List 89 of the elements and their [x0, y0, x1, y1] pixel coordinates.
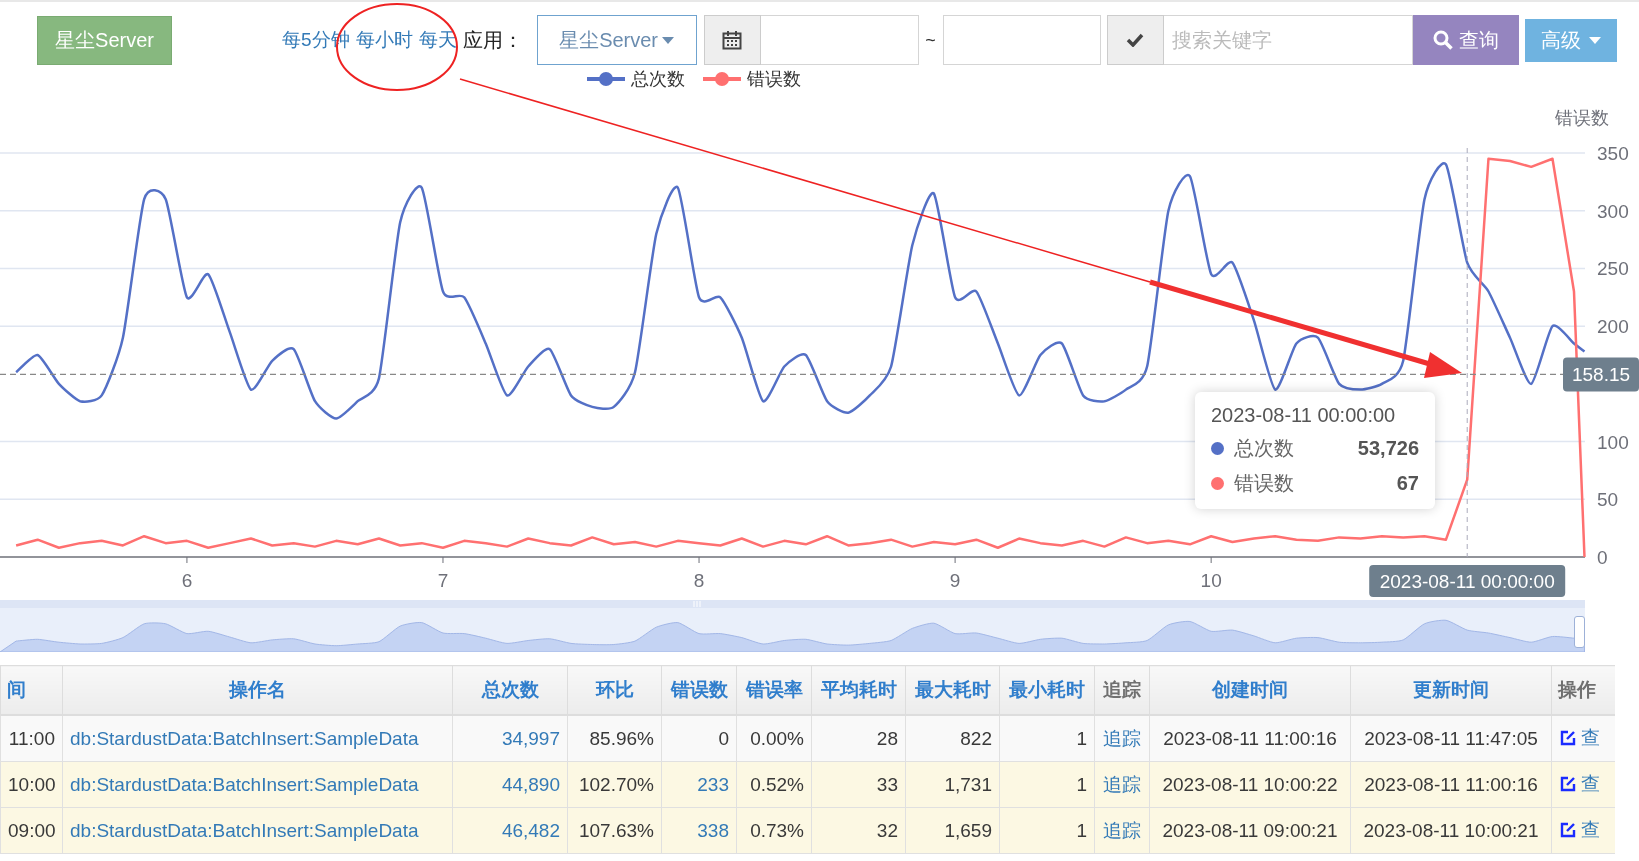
search-icon — [1432, 30, 1453, 50]
table-cell: 107.63% — [567, 807, 662, 854]
calendar-icon — [722, 30, 743, 50]
grip-icon[interactable] — [693, 601, 701, 607]
tooltip-value: 67 — [1396, 472, 1419, 495]
table-cell: 1 — [999, 715, 1095, 762]
axis-label: 9 — [949, 570, 961, 591]
axis-label: 6 — [181, 570, 193, 591]
value-label: 158.15 — [1563, 357, 1639, 392]
table-cell: 33 — [811, 761, 906, 808]
table-cell: 2023-08-11 11:00:16 — [1350, 761, 1552, 808]
app-select[interactable]: 星尘Server — [536, 15, 697, 65]
column-header: 操作 — [1551, 665, 1615, 715]
table-cell: 2023-08-11 09:00:21 — [1149, 807, 1351, 854]
table-cell: 0.73% — [736, 807, 812, 854]
table-cell: 85.96% — [567, 715, 662, 762]
column-header[interactable]: 错误率 — [736, 665, 812, 715]
column-header[interactable]: 最小耗时 — [999, 665, 1095, 715]
table-cell: 822 — [905, 715, 1000, 762]
column-header[interactable]: 操作名 — [62, 665, 453, 715]
axis-label: 10 — [1200, 570, 1222, 591]
column-header[interactable]: 最大耗时 — [905, 665, 1000, 715]
app-label: 应用： — [462, 27, 523, 53]
edit-icon — [1559, 821, 1577, 839]
tooltip-value: 53,726 — [1357, 437, 1419, 460]
table-cell: 2023-08-11 10:00:22 — [1149, 761, 1351, 808]
series-dot — [1211, 477, 1224, 490]
slider-handle[interactable] — [1574, 616, 1585, 648]
column-header[interactable]: 创建时间 — [1149, 665, 1351, 715]
table-cell: 1,731 — [905, 761, 1000, 808]
table-cell: 32 — [811, 807, 906, 854]
column-header[interactable]: 错误数 — [661, 665, 737, 715]
interval-link[interactable]: 每天 — [418, 27, 457, 53]
tooltip-title: 2023-08-11 00:00:00 — [1211, 404, 1397, 427]
table-cell: 10:00 — [0, 761, 63, 808]
legend-marker-icon — [703, 71, 741, 87]
table-cell: 1 — [999, 807, 1095, 854]
table-cell: 2023-08-11 11:00:16 — [1149, 715, 1351, 762]
date-separator: ~ — [924, 29, 937, 51]
series-dot — [1211, 442, 1224, 455]
axis-label: 200 — [1597, 316, 1629, 338]
column-header[interactable]: 总次数 — [452, 665, 568, 715]
start-date-field[interactable] — [760, 15, 919, 65]
legend-marker-icon — [587, 71, 625, 87]
column-header[interactable]: 平均耗时 — [811, 665, 906, 715]
tooltip-label: 总次数 — [1234, 436, 1294, 461]
table-cell: 2023-08-11 10:00:21 — [1350, 807, 1552, 854]
column-header: 追踪 — [1094, 665, 1150, 715]
table-cell: 28 — [811, 715, 906, 762]
table-cell: 0 — [661, 715, 737, 762]
query-button[interactable]: 查询 — [1412, 15, 1519, 65]
legend-label[interactable]: 错误数 — [747, 67, 801, 91]
search-field[interactable]: 搜索关键字 — [1163, 15, 1413, 65]
table-cell: 0.52% — [736, 761, 812, 808]
axis-label: 8 — [693, 570, 705, 591]
pointer-label: 2023-08-11 00:00:00 — [1369, 565, 1566, 597]
axis-label: 100 — [1597, 431, 1629, 453]
table-cell: 09:00 — [0, 807, 63, 854]
app-button[interactable]: 星尘Server — [37, 15, 172, 65]
table-cell: 2023-08-11 11:47:05 — [1350, 715, 1552, 762]
axis-label: 0 — [1597, 547, 1608, 568]
edit-icon — [1559, 729, 1577, 747]
table-cell: 11:00 — [0, 715, 63, 762]
end-date-field[interactable] — [942, 15, 1101, 65]
interval-link[interactable]: 每小时 — [355, 27, 413, 53]
table-cell: 1,659 — [905, 807, 1000, 854]
caret-icon — [662, 36, 675, 44]
column-header[interactable]: 环比 — [567, 665, 662, 715]
selected-range[interactable] — [0, 600, 1585, 652]
column-header[interactable]: 间 — [0, 665, 63, 715]
legend-label[interactable]: 总次数 — [631, 67, 685, 91]
check-icon — [1126, 33, 1145, 47]
axis-label: 300 — [1597, 200, 1629, 222]
edit-icon — [1559, 775, 1577, 793]
ref-line-label: 158.15 — [1571, 364, 1631, 386]
axis-label: 350 — [1597, 143, 1629, 164]
axis-label: 50 — [1597, 489, 1619, 511]
advanced-button[interactable]: 高级 — [1524, 18, 1617, 62]
axis-label: 250 — [1597, 258, 1629, 280]
table-cell: 1 — [999, 761, 1095, 808]
check-addon[interactable] — [1106, 15, 1164, 65]
axis-title: 错误数 — [1555, 108, 1609, 128]
calendar-addon[interactable] — [703, 15, 761, 65]
tooltip-label: 错误数 — [1234, 471, 1294, 496]
table-cell: 102.70% — [567, 761, 662, 808]
table-cell: 0.00% — [736, 715, 812, 762]
axis-label: 7 — [437, 570, 449, 591]
caret-icon — [1588, 36, 1601, 44]
column-header[interactable]: 更新时间 — [1350, 665, 1552, 715]
